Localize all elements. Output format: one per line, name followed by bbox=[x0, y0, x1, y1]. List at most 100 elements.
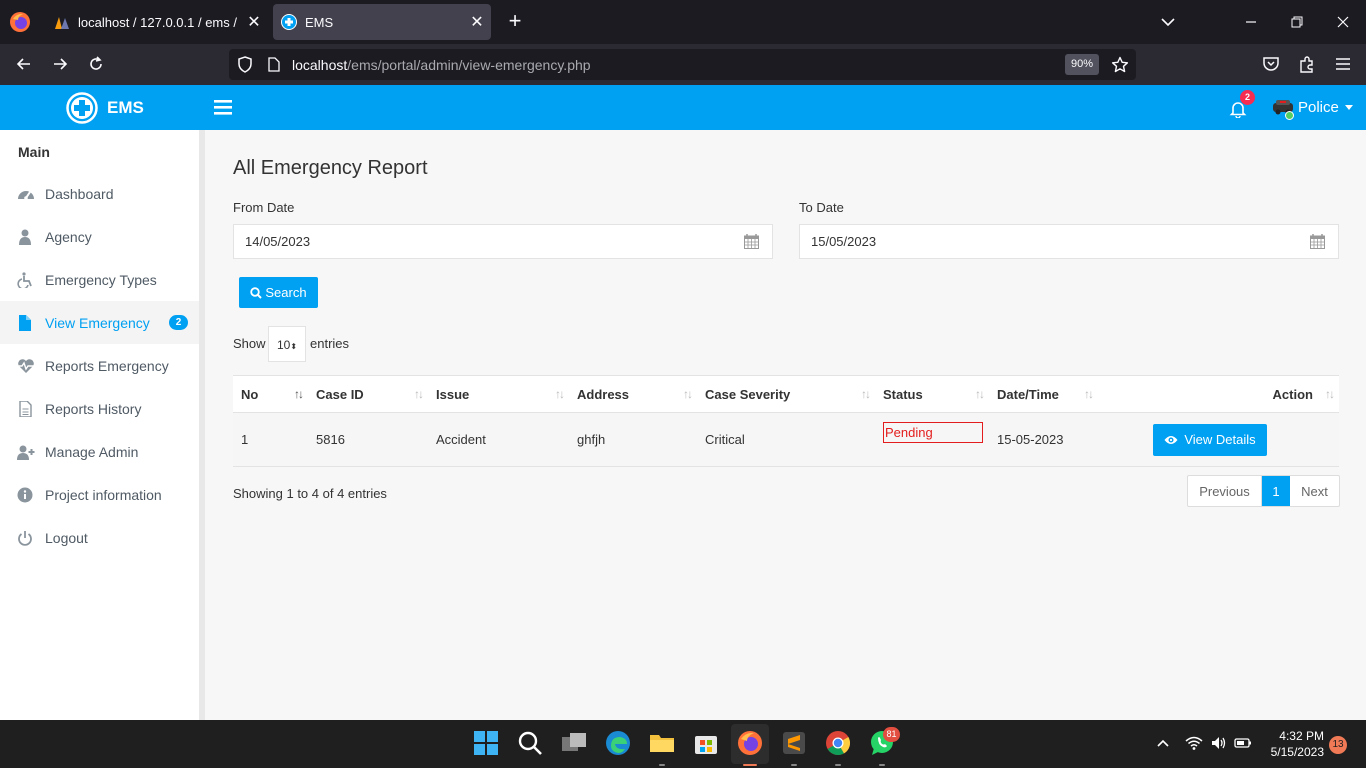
whatsapp-badge: 81 bbox=[883, 727, 900, 742]
calendar-icon[interactable] bbox=[744, 234, 759, 249]
sidebar-item-logout[interactable]: Logout bbox=[0, 516, 199, 559]
tab-list-icon[interactable] bbox=[1158, 12, 1178, 32]
menu-icon[interactable] bbox=[1333, 54, 1353, 74]
active-indicator bbox=[743, 764, 757, 766]
chevron-up-icon[interactable] bbox=[1154, 734, 1172, 752]
column-header-label: Case Severity bbox=[705, 386, 791, 402]
tab-ems[interactable]: EMS ✕ bbox=[273, 4, 491, 40]
show-label: Show bbox=[233, 336, 266, 351]
pocket-icon[interactable] bbox=[1261, 54, 1281, 74]
user-icon bbox=[19, 229, 31, 245]
table-row: 1 5816 Accident ghfjh Critical Pending 1… bbox=[233, 412, 1339, 467]
wifi-icon[interactable] bbox=[1185, 734, 1203, 752]
tab-phpmyadmin[interactable]: localhost / 127.0.0.1 / ems / emergency … bbox=[44, 4, 268, 40]
status-badge: Pending bbox=[883, 422, 983, 443]
ems-cross-icon bbox=[281, 14, 297, 30]
sidebar-item-project-information[interactable]: Project information bbox=[0, 473, 199, 516]
pagination: Previous 1 Next bbox=[1187, 475, 1340, 507]
ems-logo-icon[interactable] bbox=[66, 92, 98, 124]
sidebar-item-dashboard[interactable]: Dashboard bbox=[0, 172, 199, 215]
firefox-taskbar-icon[interactable] bbox=[737, 730, 763, 756]
file-icon bbox=[19, 314, 31, 331]
sidebar-item-label: View Emergency bbox=[45, 314, 150, 331]
chrome-icon[interactable] bbox=[825, 730, 851, 756]
calendar-icon[interactable] bbox=[1310, 234, 1325, 249]
brand-name[interactable]: EMS bbox=[107, 98, 144, 118]
table-header-row: No ↑↓ Case ID ↑↓ Issue ↑↓ Address ↑↓ Case Se… bbox=[233, 375, 1339, 413]
zoom-level[interactable]: 90% bbox=[1065, 54, 1099, 75]
column-header-issue[interactable]: Issue ↑↓ bbox=[428, 375, 569, 413]
search-icon bbox=[250, 286, 263, 299]
store-icon[interactable] bbox=[693, 730, 719, 756]
taskbar-clock[interactable]: 4:32 PM 5/15/2023 bbox=[1262, 728, 1324, 760]
sidebar-item-reports-history[interactable]: Reports History bbox=[0, 387, 199, 430]
column-header-no[interactable]: No ↑↓ bbox=[233, 375, 308, 413]
sidebar-item-emergency-types[interactable]: Emergency Types bbox=[0, 258, 199, 301]
sidebar-item-reports-emergency[interactable]: Reports Emergency bbox=[0, 344, 199, 387]
sublime-text-icon[interactable] bbox=[781, 730, 807, 756]
cell-severity: Critical bbox=[697, 412, 875, 467]
column-header-address[interactable]: Address ↑↓ bbox=[569, 375, 697, 413]
clock-date: 5/15/2023 bbox=[1270, 745, 1324, 759]
close-tab-icon[interactable]: ✕ bbox=[240, 12, 268, 32]
battery-icon[interactable] bbox=[1234, 734, 1252, 752]
view-details-button[interactable]: View Details bbox=[1153, 423, 1267, 456]
column-header-status[interactable]: Status ↑↓ bbox=[875, 375, 989, 413]
minimize-icon[interactable] bbox=[1241, 12, 1261, 32]
url-text[interactable]: localhost/ems/portal/admin/view-emergenc… bbox=[292, 57, 591, 73]
power-icon bbox=[18, 530, 32, 546]
sidebar-item-agency[interactable]: Agency bbox=[0, 215, 199, 258]
column-header-case-id[interactable]: Case ID ↑↓ bbox=[308, 375, 428, 413]
sidebar-section-title: Main bbox=[18, 144, 50, 160]
task-view-icon[interactable] bbox=[561, 730, 587, 756]
pagination-previous[interactable]: Previous bbox=[1188, 476, 1262, 506]
to-date-field[interactable]: 15/05/2023 bbox=[799, 224, 1339, 259]
windows-start-icon[interactable] bbox=[473, 730, 499, 756]
sidebar-item-view-emergency[interactable]: View Emergency 2 bbox=[0, 301, 199, 344]
notification-badge: 2 bbox=[1240, 90, 1255, 105]
close-tab-icon[interactable]: ✕ bbox=[463, 12, 491, 32]
forward-icon[interactable] bbox=[50, 54, 70, 74]
edge-icon[interactable] bbox=[605, 730, 631, 756]
new-tab-button[interactable]: + bbox=[504, 10, 526, 32]
column-header-label: Issue bbox=[436, 386, 470, 402]
reload-icon[interactable] bbox=[86, 54, 106, 74]
firefox-icon[interactable] bbox=[9, 11, 31, 33]
user-menu-label[interactable]: Police bbox=[1298, 99, 1339, 116]
shield-icon[interactable] bbox=[237, 56, 253, 73]
close-window-icon[interactable] bbox=[1333, 12, 1353, 32]
file-explorer-icon[interactable] bbox=[649, 730, 675, 756]
heartbeat-icon bbox=[17, 358, 35, 373]
extensions-icon[interactable] bbox=[1297, 54, 1317, 74]
cell-action: View Details bbox=[1145, 412, 1339, 467]
from-date-field[interactable]: 14/05/2023 bbox=[233, 224, 773, 259]
column-header-label: Status bbox=[883, 386, 923, 402]
notification-count-badge[interactable]: 13 bbox=[1329, 736, 1347, 754]
sidebar-item-manage-admin[interactable]: Manage Admin bbox=[0, 430, 199, 473]
back-icon[interactable] bbox=[14, 54, 34, 74]
info-icon bbox=[17, 487, 33, 502]
entries-select[interactable]: 10⬍ bbox=[268, 326, 306, 362]
sidebar-item-label: Dashboard bbox=[45, 185, 114, 202]
pagination-next[interactable]: Next bbox=[1290, 476, 1339, 506]
to-date-label: To Date bbox=[799, 200, 844, 215]
pagination-page-1[interactable]: 1 bbox=[1262, 476, 1290, 506]
sort-icon: ↑↓ bbox=[414, 387, 424, 401]
column-header-label: No bbox=[241, 386, 259, 402]
page-icon[interactable] bbox=[268, 57, 280, 72]
hamburger-menu-icon[interactable] bbox=[214, 100, 232, 115]
bookmark-star-icon[interactable] bbox=[1111, 56, 1129, 74]
cell-status: Pending bbox=[875, 412, 989, 467]
from-date-value: 14/05/2023 bbox=[245, 234, 311, 249]
restore-icon[interactable] bbox=[1287, 12, 1307, 32]
caret-down-icon[interactable] bbox=[1345, 105, 1353, 110]
column-header-date-time[interactable]: Date/Time ↑↓ bbox=[989, 375, 1145, 413]
column-header-case-severity[interactable]: Case Severity ↑↓ bbox=[697, 375, 875, 413]
column-header-label: Case ID bbox=[316, 386, 364, 402]
volume-icon[interactable] bbox=[1210, 734, 1228, 752]
search-icon[interactable] bbox=[517, 730, 543, 756]
address-bar[interactable]: localhost/ems/portal/admin/view-emergenc… bbox=[229, 49, 1136, 80]
user-plus-icon bbox=[17, 445, 35, 460]
search-button[interactable]: Search bbox=[239, 277, 318, 308]
column-header-action[interactable]: Action ↑↓ bbox=[1145, 375, 1339, 413]
